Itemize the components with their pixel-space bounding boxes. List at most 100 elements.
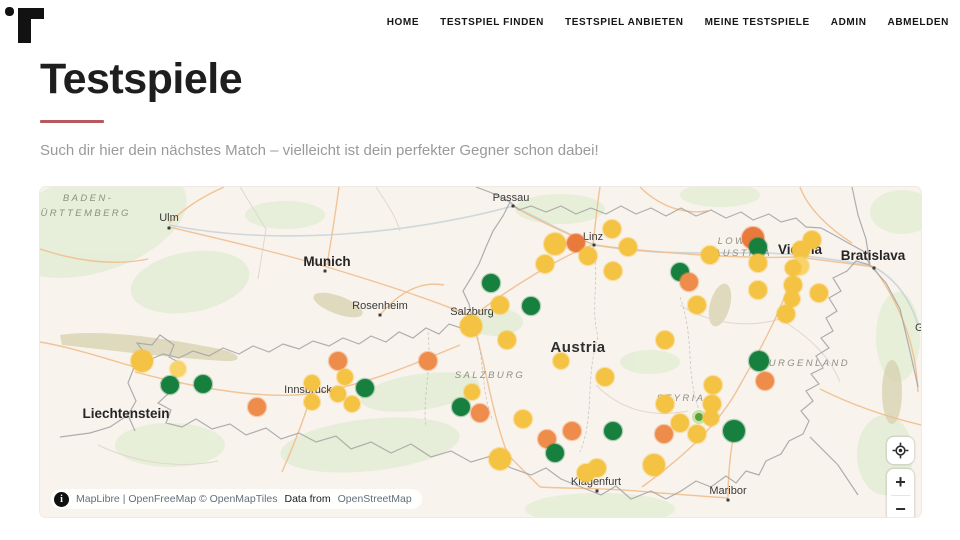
match-marker[interactable]: [579, 247, 597, 265]
match-marker[interactable]: [704, 376, 722, 394]
geolocate-icon: [891, 441, 910, 460]
map-label: Munich: [303, 254, 350, 269]
attribution-osm-link[interactable]: OpenStreetMap: [338, 493, 412, 505]
match-marker[interactable]: [330, 386, 346, 402]
match-marker[interactable]: [460, 315, 482, 337]
map-canvas: BADEN-WÜRTTEMBERGUlmMunichPassauLinzRose…: [40, 187, 921, 517]
match-marker[interactable]: [619, 238, 637, 256]
map-label: Maribor: [709, 485, 747, 497]
match-marker[interactable]: [656, 395, 674, 413]
map-label: Liechtenstein: [82, 406, 169, 421]
match-marker[interactable]: [563, 422, 581, 440]
match-marker[interactable]: [656, 331, 674, 349]
page-title: Testspiele: [40, 55, 920, 104]
city-point: [596, 490, 599, 493]
match-marker[interactable]: [688, 425, 706, 443]
match-marker[interactable]: [419, 352, 437, 370]
nav-testspiel-anbieten[interactable]: TESTSPIEL ANBIETEN: [565, 17, 684, 28]
match-marker[interactable]: [703, 410, 719, 426]
zoom-control: + −: [887, 469, 914, 517]
match-marker[interactable]: [337, 369, 353, 385]
map-label: Gy: [915, 322, 921, 334]
match-marker[interactable]: [756, 372, 774, 390]
map-label: BADEN-: [63, 193, 113, 204]
match-marker[interactable]: [471, 404, 489, 422]
match-marker[interactable]: [344, 396, 360, 412]
match-marker[interactable]: [304, 375, 320, 391]
match-marker[interactable]: [749, 351, 769, 371]
attribution-links[interactable]: MapLibre | OpenFreeMap © OpenMapTiles: [76, 493, 278, 505]
map-label: Passau: [493, 192, 530, 204]
match-marker[interactable]: [749, 281, 767, 299]
match-marker[interactable]: [604, 422, 622, 440]
match-marker[interactable]: [604, 262, 622, 280]
match-marker[interactable]: [194, 375, 212, 393]
match-marker[interactable]: [131, 350, 153, 372]
match-marker[interactable]: [482, 274, 500, 292]
map-label: Rosenheim: [352, 300, 408, 312]
match-marker[interactable]: [498, 331, 516, 349]
city-point: [379, 314, 382, 317]
match-marker[interactable]: [464, 384, 480, 400]
match-marker[interactable]: [491, 296, 509, 314]
city-point: [512, 205, 515, 208]
match-marker[interactable]: [329, 352, 347, 370]
match-marker[interactable]: [304, 394, 320, 410]
nav-home[interactable]: HOME: [387, 17, 419, 28]
match-marker[interactable]: [248, 398, 266, 416]
match-marker[interactable]: [536, 255, 554, 273]
map-attribution: i MapLibre | OpenFreeMap © OpenMapTiles …: [51, 489, 422, 509]
city-point: [168, 227, 171, 230]
brand-logo[interactable]: [5, 5, 49, 43]
match-marker[interactable]: [701, 246, 719, 264]
nav-abmelden[interactable]: ABMELDEN: [888, 17, 949, 28]
nav-meine-testspiele[interactable]: MEINE TESTSPIELE: [705, 17, 810, 28]
city-point: [727, 499, 730, 502]
map-label: WÜRTTEMBERG: [40, 208, 131, 219]
match-marker[interactable]: [603, 220, 621, 238]
match-marker[interactable]: [777, 305, 795, 323]
match-marker[interactable]: [643, 454, 665, 476]
attribution-info-icon[interactable]: i: [54, 492, 69, 507]
match-marker[interactable]: [452, 398, 470, 416]
match-marker[interactable]: [810, 284, 828, 302]
attribution-plain: Data from: [285, 493, 331, 505]
city-point: [593, 244, 596, 247]
match-marker[interactable]: [588, 459, 606, 477]
match-marker[interactable]: [356, 379, 374, 397]
main-nav: HOME TESTSPIEL FINDEN TESTSPIEL ANBIETEN…: [387, 17, 949, 28]
matches-map[interactable]: BADEN-WÜRTTEMBERGUlmMunichPassauLinzRose…: [40, 187, 921, 517]
match-marker[interactable]: [680, 273, 698, 291]
match-marker[interactable]: [514, 410, 532, 428]
match-marker[interactable]: [489, 448, 511, 470]
nav-admin[interactable]: ADMIN: [831, 17, 867, 28]
match-marker[interactable]: [596, 368, 614, 386]
zoom-in-button[interactable]: +: [887, 469, 914, 495]
match-marker[interactable]: [170, 361, 186, 377]
city-point: [873, 267, 876, 270]
map-label: Bratislava: [841, 248, 906, 263]
logo-dot-icon: [5, 7, 14, 16]
map-label: Ulm: [159, 212, 179, 224]
match-marker[interactable]: [671, 414, 689, 432]
match-marker[interactable]: [749, 254, 767, 272]
logo-t-glyph-top: [18, 8, 44, 19]
site-header: HOME TESTSPIEL FINDEN TESTSPIEL ANBIETEN…: [0, 0, 960, 46]
match-marker[interactable]: [546, 444, 564, 462]
match-marker[interactable]: [553, 353, 569, 369]
map-label: SALZBURG: [455, 370, 525, 381]
title-accent-divider: [40, 120, 104, 123]
geolocate-button[interactable]: [887, 437, 914, 464]
nav-testspiel-finden[interactable]: TESTSPIEL FINDEN: [440, 17, 544, 28]
zoom-out-button[interactable]: −: [887, 496, 914, 517]
match-marker[interactable]: [522, 297, 540, 315]
match-marker[interactable]: [723, 420, 745, 442]
match-marker[interactable]: [161, 376, 179, 394]
match-marker[interactable]: [544, 233, 566, 255]
match-marker[interactable]: [655, 425, 673, 443]
map-label: BURGENLAND: [760, 358, 850, 369]
match-marker[interactable]: [688, 296, 706, 314]
match-marker[interactable]: [785, 260, 801, 276]
city-point: [324, 270, 327, 273]
page-subtitle: Such dir hier dein nächstes Match – viel…: [40, 142, 920, 159]
